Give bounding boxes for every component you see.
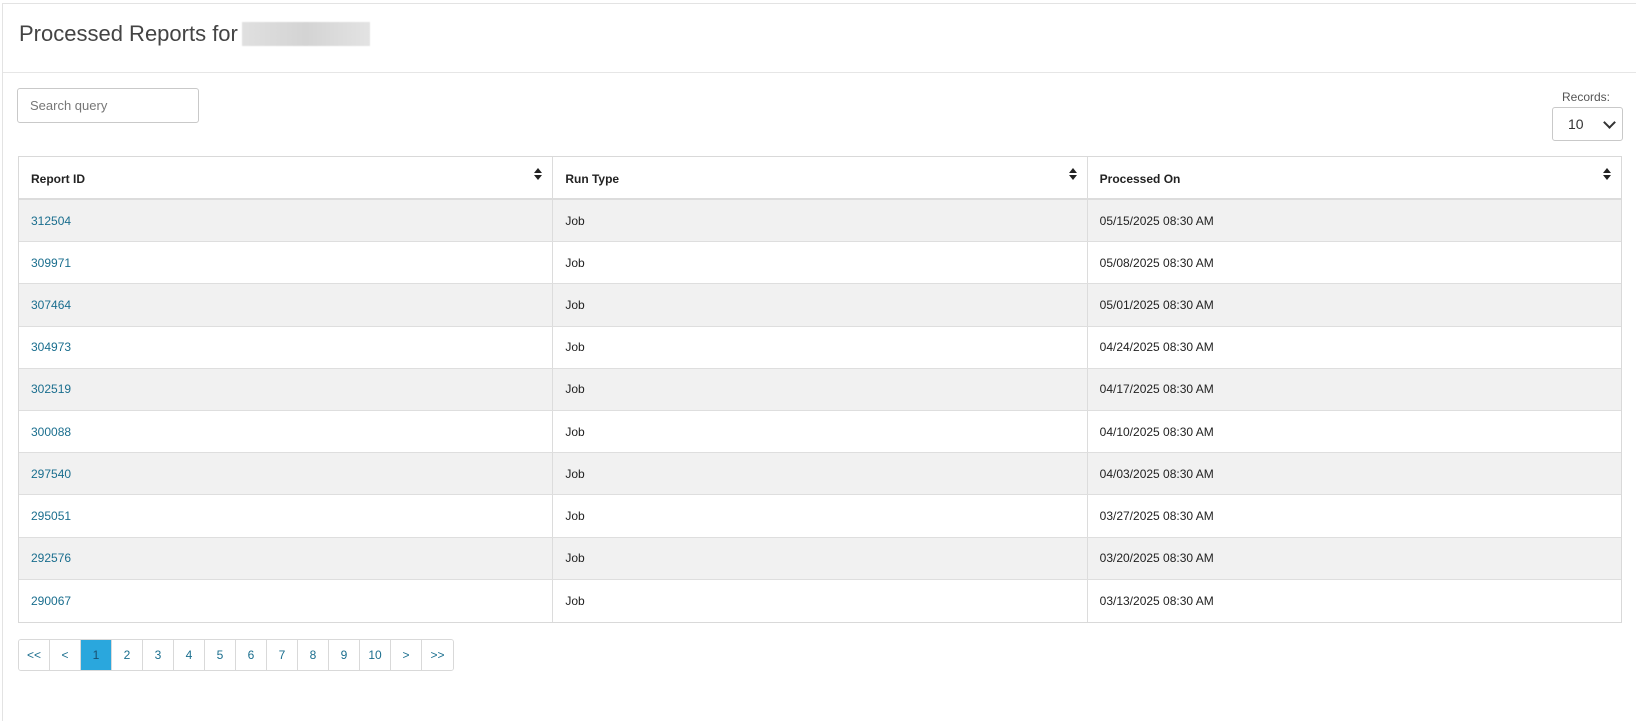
search-input[interactable]	[17, 88, 199, 123]
page-button-6[interactable]: 6	[236, 640, 268, 670]
table-row: 307464 Job 05/01/2025 08:30 AM	[19, 284, 1621, 327]
report-id-link[interactable]: 309971	[31, 256, 71, 270]
cell-report-id: 312504	[19, 200, 554, 242]
column-header-processed-on[interactable]: Processed On	[1088, 157, 1621, 198]
sort-icon	[1068, 168, 1077, 180]
cell-processed-on: 03/20/2025 08:30 AM	[1099, 551, 1214, 566]
table-body: 312504 Job 05/15/2025 08:30 AM 309971 Jo…	[19, 200, 1621, 622]
last-page-button[interactable]: >>	[422, 640, 454, 670]
report-id-link[interactable]: 312504	[31, 214, 71, 228]
cell-processed-on: 05/15/2025 08:30 AM	[1099, 213, 1214, 228]
report-id-link[interactable]: 295051	[31, 509, 71, 523]
report-id-link[interactable]: 304973	[31, 340, 71, 354]
page-button-7[interactable]: 7	[267, 640, 299, 670]
cell-processed-on: 03/13/2025 08:30 AM	[1099, 593, 1214, 608]
page-button-5[interactable]: 5	[205, 640, 237, 670]
cell-processed-on: 04/17/2025 08:30 AM	[1099, 382, 1214, 397]
cell-processed-on: 04/03/2025 08:30 AM	[1099, 466, 1214, 481]
report-id-link[interactable]: 300088	[31, 425, 71, 439]
cell-run-type: Job	[553, 537, 1088, 579]
report-id-link[interactable]: 302519	[31, 382, 71, 396]
cell-run-type: Job	[553, 453, 1088, 495]
cell-report-id: 292576	[19, 537, 554, 579]
page-title-text: Processed Reports for	[19, 21, 238, 46]
page-button-3[interactable]: 3	[143, 640, 175, 670]
page-button-2[interactable]: 2	[112, 640, 144, 670]
table-row: 295051 Job 03/27/2025 08:30 AM	[19, 495, 1621, 538]
records-label: Records:	[1562, 90, 1611, 104]
sort-icon	[1602, 168, 1611, 180]
cell-report-id: 290067	[19, 579, 554, 622]
table-row: 292576 Job 03/20/2025 08:30 AM	[19, 537, 1621, 580]
report-id-link[interactable]: 307464	[31, 298, 71, 312]
cell-report-id: 309971	[19, 242, 554, 284]
cell-run-type: Job	[553, 495, 1088, 537]
next-page-button[interactable]: >	[391, 640, 423, 670]
column-header-report-id[interactable]: Report ID	[19, 157, 554, 198]
cell-run-type: Job	[553, 326, 1088, 368]
prev-page-button[interactable]: <	[50, 640, 82, 670]
report-id-link[interactable]: 290067	[31, 594, 71, 608]
sort-icon	[534, 168, 543, 180]
page-button-8[interactable]: 8	[298, 640, 330, 670]
column-header-label: Processed On	[1099, 172, 1181, 186]
reports-table: Report ID Run Type Processed On 312504 J…	[18, 156, 1622, 623]
chevron-down-icon	[1603, 116, 1616, 129]
first-page-button[interactable]: <<	[19, 640, 51, 670]
cell-processed-on: 05/01/2025 08:30 AM	[1099, 297, 1214, 312]
cell-processed-on: 04/24/2025 08:30 AM	[1099, 340, 1214, 355]
column-header-label: Report ID	[31, 172, 85, 186]
table-row: 300088 Job 04/10/2025 08:30 AM	[19, 410, 1621, 454]
records-selected-value: 10	[1568, 116, 1584, 132]
table-row: 302519 Job 04/17/2025 08:30 AM	[19, 368, 1621, 411]
column-header-run-type[interactable]: Run Type	[553, 157, 1088, 198]
cell-processed-on: 03/27/2025 08:30 AM	[1099, 508, 1214, 523]
table-row: 304973 Job 04/24/2025 08:30 AM	[19, 326, 1621, 369]
cell-run-type: Job	[553, 242, 1088, 284]
pagination: << < 1 2 3 4 5 6 7 8 9 10 > >>	[18, 639, 455, 671]
report-id-link[interactable]: 292576	[31, 551, 71, 565]
report-id-link[interactable]: 297540	[31, 467, 71, 481]
table-header: Report ID Run Type Processed On	[19, 157, 1621, 200]
redacted-account-name	[241, 22, 370, 46]
page-button-4[interactable]: 4	[174, 640, 206, 670]
cell-run-type: Job	[553, 368, 1088, 410]
table-row: 312504 Job 05/15/2025 08:30 AM	[19, 200, 1621, 243]
page-button-1[interactable]: 1	[81, 640, 113, 670]
cell-report-id: 307464	[19, 284, 554, 326]
column-header-label: Run Type	[565, 172, 620, 186]
page-title: Processed Reports for	[19, 21, 370, 47]
table-row: 290067 Job 03/13/2025 08:30 AM	[19, 579, 1621, 622]
cell-report-id: 300088	[19, 410, 554, 453]
page-button-10[interactable]: 10	[360, 640, 392, 670]
cell-run-type: Job	[553, 410, 1088, 453]
cell-processed-on: 05/08/2025 08:30 AM	[1099, 255, 1214, 270]
table-row: 297540 Job 04/03/2025 08:30 AM	[19, 453, 1621, 496]
cell-report-id: 297540	[19, 453, 554, 495]
records-per-page-select[interactable]: 10	[1552, 107, 1623, 141]
cell-run-type: Job	[553, 284, 1088, 326]
cell-run-type: Job	[553, 200, 1088, 242]
cell-report-id: 295051	[19, 495, 554, 537]
panel-header: Processed Reports for	[3, 4, 1636, 73]
cell-processed-on: 04/10/2025 08:30 AM	[1099, 424, 1214, 439]
cell-report-id: 304973	[19, 326, 554, 368]
cell-report-id: 302519	[19, 368, 554, 410]
table-row: 309971 Job 05/08/2025 08:30 AM	[19, 242, 1621, 285]
page-button-9[interactable]: 9	[329, 640, 361, 670]
cell-run-type: Job	[553, 579, 1088, 622]
